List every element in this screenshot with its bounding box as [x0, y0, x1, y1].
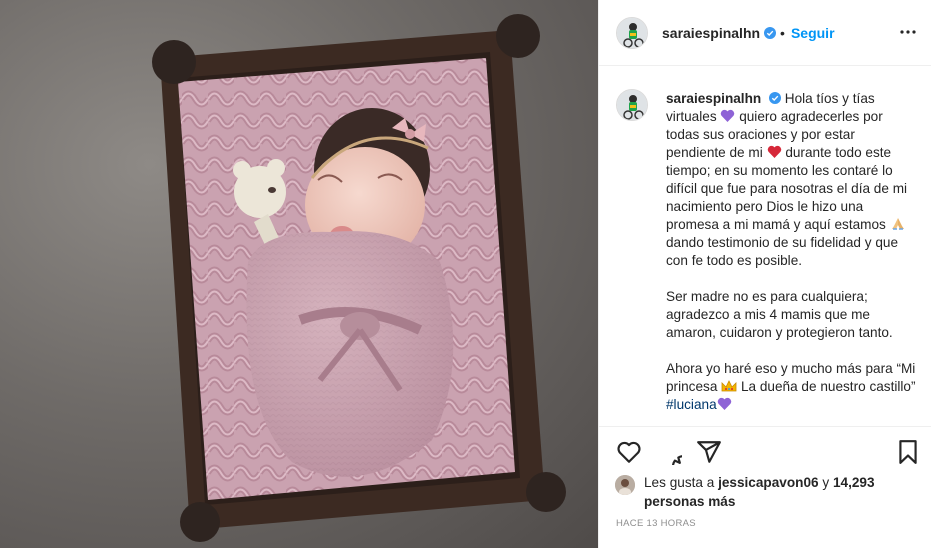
likes-prefix: Les gusta a: [644, 475, 715, 490]
like-heart-icon[interactable]: [616, 439, 642, 465]
avatar[interactable]: [616, 16, 648, 49]
likes-joiner: y: [822, 475, 830, 490]
crown-emoji-icon: [721, 380, 737, 392]
post-header: saraiespinalhn • Seguir: [599, 0, 931, 66]
more-options-icon[interactable]: [898, 22, 918, 42]
post-side-panel: saraiespinalhn • Seguir saraiespinalhn H…: [598, 0, 931, 548]
save-bookmark-icon[interactable]: [895, 439, 921, 465]
follow-button[interactable]: Seguir: [791, 25, 835, 41]
caption-section: saraiespinalhn Hola tíos y tías virtuale…: [599, 67, 931, 427]
cyclist-avatar-image: [617, 17, 647, 48]
newborn-photo-illustration: [152, 14, 566, 542]
liker-avatar-image: [615, 475, 635, 495]
separator-dot: •: [780, 24, 785, 41]
post-caption: saraiespinalhn Hola tíos y tías virtuale…: [666, 90, 916, 432]
caption-avatar[interactable]: [616, 89, 648, 121]
post-timestamp[interactable]: HACE 13 HORAS: [616, 518, 696, 529]
red-heart-emoji-icon: [767, 145, 781, 158]
post-actions-bar: [599, 437, 931, 469]
likes-summary: Les gusta a jessicapavon06 y 14,293 pers…: [615, 473, 925, 511]
purple-heart-emoji-icon: [721, 109, 735, 122]
liker-username[interactable]: jessicapavon06: [718, 475, 819, 490]
verified-badge-icon: [764, 26, 777, 39]
cyclist-avatar-image: [617, 90, 647, 120]
caption-paragraph-3: Ahora yo haré eso y mucho más para “Mi p…: [666, 360, 916, 414]
comment-icon[interactable]: [656, 439, 682, 465]
caption-text: La dueña de nuestro castillo”: [740, 379, 916, 394]
purple-heart-emoji-icon: [717, 397, 731, 410]
liker-avatar[interactable]: [615, 475, 635, 495]
post-username[interactable]: saraiespinalhn: [662, 25, 760, 41]
verified-badge-icon: [768, 92, 781, 104]
post-photo[interactable]: [0, 0, 598, 548]
caption-paragraph-2: Ser madre no es para cualquiera; agradez…: [666, 289, 893, 340]
hashtag-link[interactable]: #luciana: [666, 397, 717, 412]
caption-paragraph-1: saraiespinalhn Hola tíos y tías virtuale…: [666, 90, 916, 270]
share-send-icon[interactable]: [696, 439, 722, 465]
praying-hands-emoji-icon: [891, 218, 904, 230]
caption-text: dando testimonio de su fidelidad y que c…: [666, 235, 899, 268]
caption-username[interactable]: saraiespinalhn: [666, 91, 761, 106]
